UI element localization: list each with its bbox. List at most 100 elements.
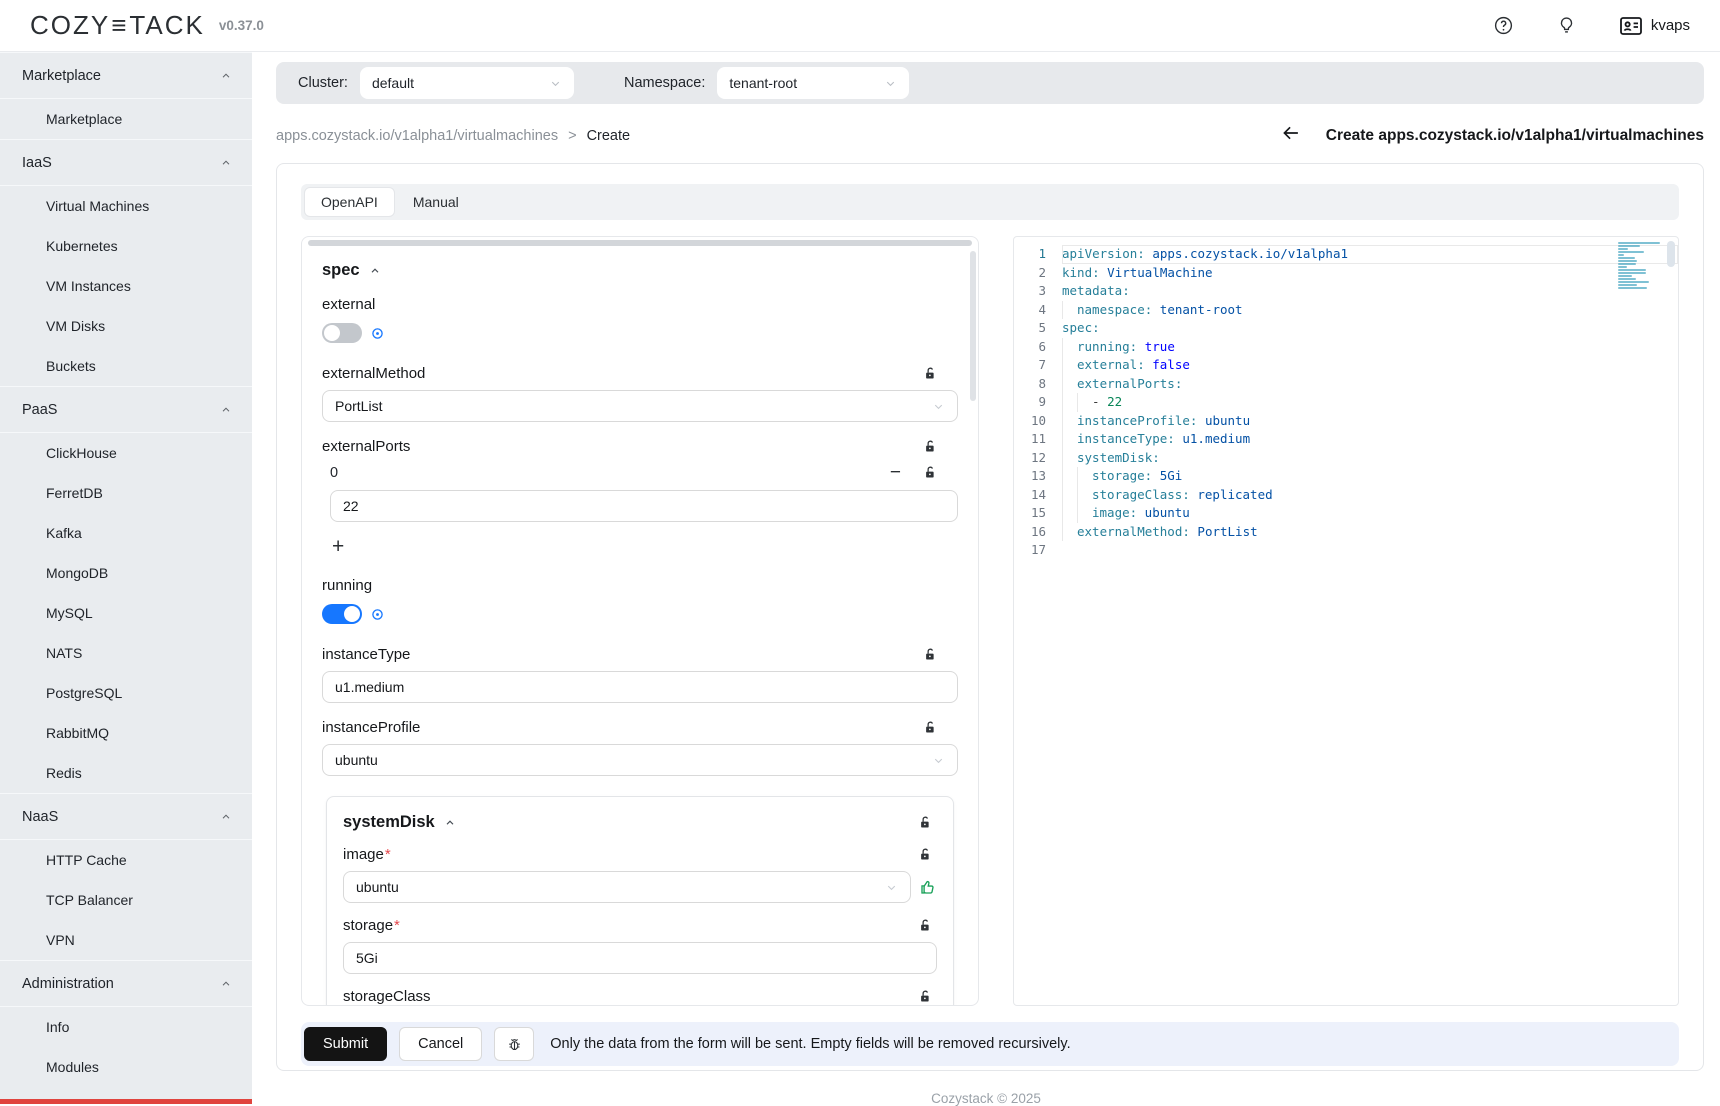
chevron-down-icon xyxy=(549,77,562,90)
sidebar-item-virtual-machines[interactable]: Virtual Machines xyxy=(0,186,252,226)
sidebar-item-kafka[interactable]: Kafka xyxy=(0,513,252,553)
unlock-icon[interactable] xyxy=(923,720,938,735)
external-toggle[interactable] xyxy=(322,323,362,343)
sidebar-group-iaas[interactable]: IaaS xyxy=(0,140,252,186)
sidebar-item-rabbitmq[interactable]: RabbitMQ xyxy=(0,713,252,753)
editor-scrollbar[interactable] xyxy=(1667,241,1675,267)
unlock-icon[interactable] xyxy=(923,647,938,662)
sidebar-item-http-cache[interactable]: HTTP Cache xyxy=(0,840,252,880)
sidebar-group-marketplace[interactable]: Marketplace xyxy=(0,53,252,99)
code-line-3[interactable]: 3metadata: xyxy=(1014,282,1678,301)
instanceProfile-select[interactable]: ubuntu xyxy=(322,744,958,776)
logo-text: COZY xyxy=(30,10,110,41)
storage-input[interactable] xyxy=(343,942,937,974)
default-value-icon[interactable] xyxy=(371,608,384,621)
unlock-icon[interactable] xyxy=(923,366,938,381)
back-arrow-icon[interactable] xyxy=(1280,122,1302,149)
cancel-button[interactable]: Cancel xyxy=(399,1027,482,1061)
spec-section-header[interactable]: spec xyxy=(322,261,958,280)
sidebar-item-nats[interactable]: NATS xyxy=(0,633,252,673)
required-asterisk: * xyxy=(394,917,400,934)
default-value-icon[interactable] xyxy=(371,327,384,340)
thumbs-up-icon[interactable] xyxy=(919,878,937,896)
sidebar-item-redis[interactable]: Redis xyxy=(0,753,252,793)
code-line-12[interactable]: 12systemDisk: xyxy=(1014,449,1678,468)
code-line-8[interactable]: 8externalPorts: xyxy=(1014,375,1678,394)
code-line-13[interactable]: 13storage: 5Gi xyxy=(1014,467,1678,486)
externalMethod-select[interactable]: PortList xyxy=(322,390,958,422)
storage-field-label: storage* xyxy=(343,917,400,934)
code-line-11[interactable]: 11instanceType: u1.medium xyxy=(1014,430,1678,449)
line-number: 3 xyxy=(1014,282,1062,301)
sidebar-item-marketplace[interactable]: Marketplace xyxy=(0,99,252,139)
unlock-icon[interactable] xyxy=(918,918,933,933)
code-line-6[interactable]: 6running: true xyxy=(1014,338,1678,357)
code-line-17[interactable]: 17 xyxy=(1014,541,1678,560)
port-value-input[interactable] xyxy=(330,490,958,522)
add-port-button[interactable]: + xyxy=(332,536,352,557)
theme-lightbulb-icon[interactable] xyxy=(1556,15,1577,36)
systemDisk-section-header[interactable]: systemDisk xyxy=(343,813,456,832)
logo-glyph-icon: ≡ xyxy=(111,10,128,41)
code-line-10[interactable]: 10instanceProfile: ubuntu xyxy=(1014,412,1678,431)
sidebar-item-postgresql[interactable]: PostgreSQL xyxy=(0,673,252,713)
sidebar-item-vm-disks[interactable]: VM Disks xyxy=(0,306,252,346)
collapse-chevron-icon xyxy=(444,817,456,829)
sidebar-item-modules[interactable]: Modules xyxy=(0,1047,252,1087)
user-menu[interactable]: kvaps xyxy=(1619,16,1690,36)
sidebar-item-vm-instances[interactable]: VM Instances xyxy=(0,266,252,306)
unlock-icon[interactable] xyxy=(923,465,938,480)
sidebar-item-tcp-balancer[interactable]: TCP Balancer xyxy=(0,880,252,920)
code-text: kind: VirtualMachine xyxy=(1062,264,1678,283)
unlock-icon[interactable] xyxy=(923,439,938,454)
image-select[interactable]: ubuntu xyxy=(343,871,911,903)
yaml-editor[interactable]: 1apiVersion: apps.cozystack.io/v1alpha12… xyxy=(1013,236,1679,1006)
line-number: 13 xyxy=(1014,467,1062,486)
help-icon[interactable] xyxy=(1493,15,1514,36)
sidebar-item-info[interactable]: Info xyxy=(0,1007,252,1047)
unlock-icon[interactable] xyxy=(918,815,933,830)
externalPorts-field-label: externalPorts xyxy=(322,438,410,455)
sidebar-group-administration[interactable]: Administration xyxy=(0,961,252,1007)
breadcrumb-path[interactable]: apps.cozystack.io/v1alpha1/virtualmachin… xyxy=(276,128,558,144)
vertical-scrollbar[interactable] xyxy=(970,251,976,401)
tab-manual[interactable]: Manual xyxy=(397,188,475,216)
code-line-7[interactable]: 7external: false xyxy=(1014,356,1678,375)
instanceType-input[interactable] xyxy=(322,671,958,703)
running-toggle[interactable] xyxy=(322,604,362,624)
code-text: instanceType: u1.medium xyxy=(1062,430,1678,449)
sidebar-item-vpn[interactable]: VPN xyxy=(0,920,252,960)
sidebar-item-kubernetes[interactable]: Kubernetes xyxy=(0,226,252,266)
cluster-select[interactable]: default xyxy=(360,67,574,99)
editor-minimap[interactable] xyxy=(1618,242,1662,293)
sidebar-group-paas[interactable]: PaaS xyxy=(0,387,252,433)
code-line-15[interactable]: 15image: ubuntu xyxy=(1014,504,1678,523)
unlock-icon[interactable] xyxy=(918,989,933,1004)
sidebar-item-clickhouse[interactable]: ClickHouse xyxy=(0,433,252,473)
username: kvaps xyxy=(1651,17,1690,34)
code-text: running: true xyxy=(1062,338,1678,357)
code-line-16[interactable]: 16externalMethod: PortList xyxy=(1014,523,1678,542)
instanceType-field-label: instanceType xyxy=(322,646,410,663)
sidebar-item-buckets[interactable]: Buckets xyxy=(0,346,252,386)
sidebar-group-naas[interactable]: NaaS xyxy=(0,794,252,840)
user-badge-icon xyxy=(1619,16,1643,36)
storageClass-field-label: storageClass xyxy=(343,988,431,1005)
code-line-5[interactable]: 5spec: xyxy=(1014,319,1678,338)
sidebar-item-ferretdb[interactable]: FerretDB xyxy=(0,473,252,513)
namespace-select[interactable]: tenant-root xyxy=(717,67,909,99)
code-text: systemDisk: xyxy=(1062,449,1678,468)
sidebar-item-mongodb[interactable]: MongoDB xyxy=(0,553,252,593)
horizontal-scrollbar[interactable] xyxy=(308,240,972,246)
code-line-14[interactable]: 14storageClass: replicated xyxy=(1014,486,1678,505)
debug-button[interactable] xyxy=(494,1027,534,1061)
code-line-4[interactable]: 4namespace: tenant-root xyxy=(1014,301,1678,320)
sidebar-item-mysql[interactable]: MySQL xyxy=(0,593,252,633)
code-line-1[interactable]: 1apiVersion: apps.cozystack.io/v1alpha1 xyxy=(1014,245,1678,264)
code-line-9[interactable]: 9- 22 xyxy=(1014,393,1678,412)
remove-port-button[interactable]: − xyxy=(890,463,901,482)
code-line-2[interactable]: 2kind: VirtualMachine xyxy=(1014,264,1678,283)
unlock-icon[interactable] xyxy=(918,847,933,862)
tab-openapi[interactable]: OpenAPI xyxy=(304,187,395,217)
submit-button[interactable]: Submit xyxy=(304,1027,387,1061)
